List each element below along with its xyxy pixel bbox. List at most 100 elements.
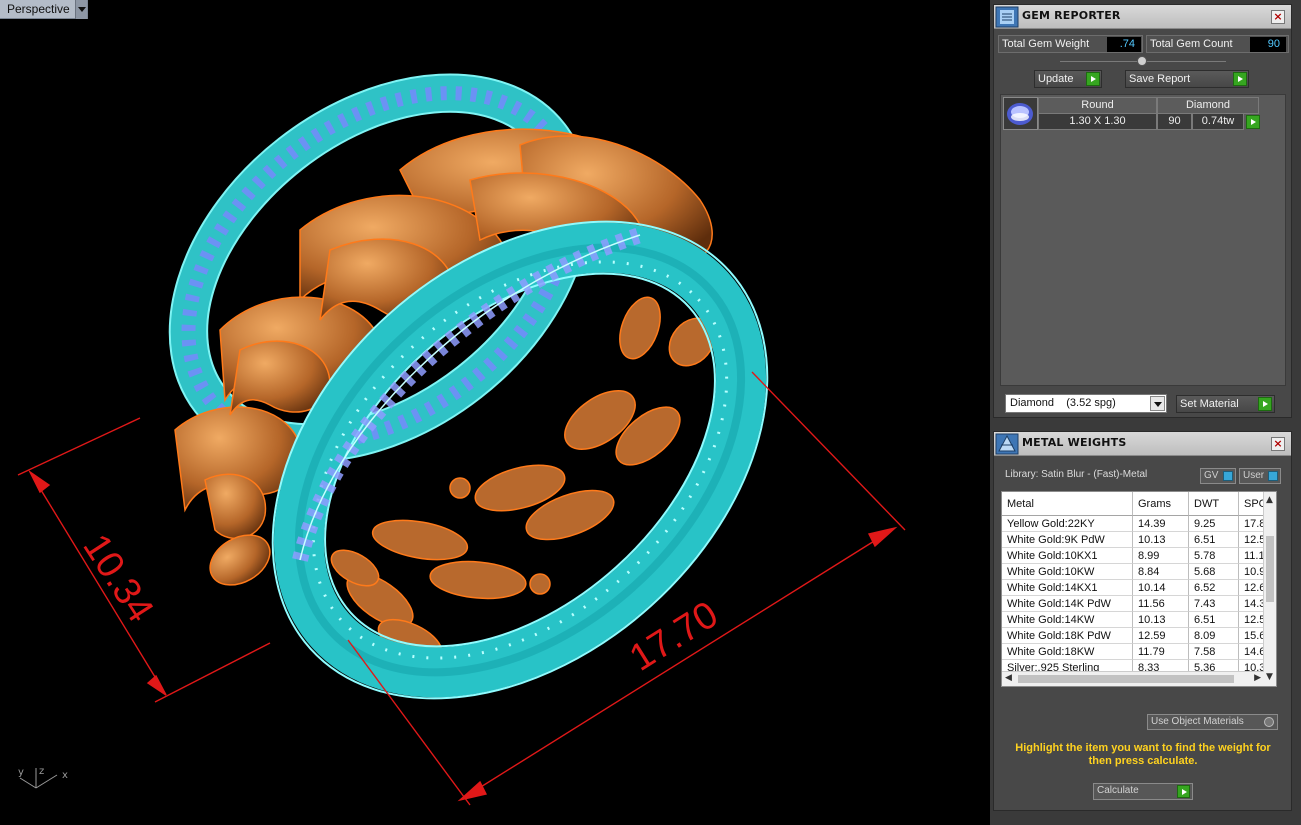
metal-dwt: 8.09 (1189, 628, 1239, 644)
gem-reporter-title: GEM REPORTER (1022, 9, 1121, 22)
column-header-grams[interactable]: Grams (1133, 492, 1189, 516)
metal-name: White Gold:18K PdW (1002, 628, 1133, 644)
save-report-button[interactable]: Save Report (1125, 70, 1249, 88)
metal-weights-title: METAL WEIGHTS (1022, 436, 1127, 449)
metal-grams: 12.59 (1133, 628, 1189, 644)
gv-toggle-icon (1223, 471, 1233, 481)
metal-name: White Gold:10KX1 (1002, 548, 1133, 564)
axis-z-label: z (39, 766, 44, 777)
report-splitter-handle-icon[interactable] (1137, 56, 1147, 66)
metal-grams: 10.13 (1133, 612, 1189, 628)
update-button[interactable]: Update (1034, 70, 1102, 88)
metal-grams: 11.56 (1133, 596, 1189, 612)
scroll-up-icon[interactable]: ▲ (1266, 495, 1273, 505)
metal-dwt: 6.51 (1189, 532, 1239, 548)
radio-icon (1264, 717, 1274, 727)
table-row[interactable]: White Gold:10KW 8.84 5.68 10.99 (1002, 564, 1276, 580)
metal-grams: 8.99 (1133, 548, 1189, 564)
gem-total-weight: 0.74tw (1192, 113, 1244, 130)
metal-name: Yellow Gold:22KY (1002, 516, 1133, 532)
gem-shape: Round (1038, 97, 1157, 114)
set-material-label: Set Material (1180, 398, 1239, 410)
metal-grams: 8.84 (1133, 564, 1189, 580)
perspective-viewport[interactable]: 10.34 17.70 y z x Perspective (0, 0, 990, 825)
gem-reporter-icon (995, 6, 1019, 28)
gem-row-play-icon[interactable] (1246, 115, 1260, 129)
chevron-down-icon[interactable] (1150, 396, 1165, 411)
gem-count: 90 (1157, 113, 1192, 130)
gem-reporter-close-icon[interactable]: × (1271, 10, 1285, 24)
metal-weights-titlebar[interactable]: METAL WEIGHTS × (994, 432, 1291, 456)
calculate-button[interactable]: Calculate (1093, 783, 1193, 800)
gem-list-area[interactable]: Round Diamond 1.30 X 1.30 90 0.74tw (1000, 94, 1286, 386)
user-toggle-icon (1268, 471, 1278, 481)
metal-name: White Gold:18KW (1002, 644, 1133, 660)
scroll-left-icon[interactable]: ◀ (1005, 673, 1012, 683)
total-gem-count-label: Total Gem Count (1150, 38, 1233, 50)
metal-dwt: 6.52 (1189, 580, 1239, 596)
save-report-label: Save Report (1129, 73, 1191, 85)
calculate-play-icon (1177, 785, 1190, 798)
horizontal-scroll-thumb[interactable] (1018, 675, 1234, 683)
set-material-button[interactable]: Set Material (1176, 395, 1275, 413)
gem-material: Diamond (1157, 97, 1259, 114)
table-row[interactable]: Yellow Gold:22KY 14.39 9.25 17.89 (1002, 516, 1276, 532)
table-row[interactable]: White Gold:14K PdW 11.56 7.43 14.37 (1002, 596, 1276, 612)
gem-reporter-titlebar[interactable]: GEM REPORTER × (994, 5, 1291, 29)
total-gem-weight-label: Total Gem Weight (1002, 38, 1090, 50)
calculate-hint: Highlight the item you want to find the … (1015, 742, 1271, 767)
gv-label: GV (1204, 470, 1219, 481)
scroll-right-icon[interactable]: ▶ (1254, 673, 1261, 683)
metal-grams: 10.13 (1133, 532, 1189, 548)
table-row[interactable]: White Gold:18K PdW 12.59 8.09 15.65 (1002, 628, 1276, 644)
metal-grams: 14.39 (1133, 516, 1189, 532)
table-row[interactable]: White Gold:14KW 10.13 6.51 12.59 (1002, 612, 1276, 628)
metal-weights-close-icon[interactable]: × (1271, 437, 1285, 451)
metal-dwt: 7.58 (1189, 644, 1239, 660)
table-row[interactable]: White Gold:10KX1 8.99 5.78 11.18 (1002, 548, 1276, 564)
user-label: User (1243, 470, 1265, 481)
table-header: Metal Grams DWT SPG (1002, 492, 1276, 516)
total-gem-weight-field: Total Gem Weight .74 (998, 35, 1143, 53)
metal-grams: 11.79 (1133, 644, 1189, 660)
metal-weights-table[interactable]: Metal Grams DWT SPG Yellow Gold:22KY 14.3… (1001, 491, 1277, 687)
calculate-label: Calculate (1097, 785, 1139, 796)
metal-name: White Gold:14KW (1002, 612, 1133, 628)
column-header-dwt[interactable]: DWT (1189, 492, 1239, 516)
save-report-play-icon (1233, 72, 1247, 86)
viewport-scene[interactable]: 10.34 17.70 y z x (0, 0, 990, 825)
viewport-title-tab[interactable]: Perspective (0, 0, 88, 19)
dimension-height-label: 10.34 (74, 527, 161, 630)
user-toggle[interactable]: User (1239, 468, 1281, 484)
column-header-metal[interactable]: Metal (1002, 492, 1133, 516)
use-object-materials-toggle[interactable]: Use Object Materials (1147, 714, 1278, 730)
gem-reporter-panel: GEM REPORTER × Total Gem Weight .74 Tota… (993, 4, 1292, 418)
metal-dwt: 9.25 (1189, 516, 1239, 532)
side-panel-column: GEM REPORTER × Total Gem Weight .74 Tota… (990, 0, 1301, 825)
viewport-menu-dropdown-icon[interactable] (75, 0, 87, 19)
viewport-title: Perspective (7, 2, 70, 16)
metal-name: White Gold:14K PdW (1002, 596, 1133, 612)
total-gem-count-value: 90 (1250, 37, 1286, 52)
table-horizontal-scrollbar[interactable]: ◀ ▶ (1002, 671, 1264, 686)
table-row[interactable]: White Gold:14KX1 10.14 6.52 12.61 (1002, 580, 1276, 596)
set-material-play-icon (1258, 397, 1272, 411)
table-row[interactable]: White Gold:9K PdW 10.13 6.51 12.59 (1002, 532, 1276, 548)
vertical-scroll-thumb[interactable] (1266, 536, 1274, 602)
metal-dwt: 6.51 (1189, 612, 1239, 628)
gem-size: 1.30 X 1.30 (1038, 113, 1157, 130)
axis-y-label: y (18, 767, 24, 778)
metal-weights-panel: METAL WEIGHTS × Library: Satin Blur - (F… (993, 431, 1292, 811)
table-vertical-scrollbar[interactable]: ▲ ▼ (1263, 492, 1276, 686)
metal-grams: 10.14 (1133, 580, 1189, 596)
metal-weights-icon (995, 433, 1019, 455)
metal-name: White Gold:9K PdW (1002, 532, 1133, 548)
use-object-materials-label: Use Object Materials (1151, 716, 1244, 727)
metal-name: White Gold:10KW (1002, 564, 1133, 580)
material-select[interactable]: Diamond (3.52 spg) (1005, 394, 1167, 413)
gem-row[interactable]: Round Diamond 1.30 X 1.30 90 0.74tw (1003, 97, 1265, 131)
round-gem-icon (1003, 97, 1038, 130)
gv-toggle[interactable]: GV (1200, 468, 1236, 484)
table-row[interactable]: White Gold:18KW 11.79 7.58 14.66 (1002, 644, 1276, 660)
scroll-down-icon[interactable]: ▼ (1266, 672, 1273, 682)
